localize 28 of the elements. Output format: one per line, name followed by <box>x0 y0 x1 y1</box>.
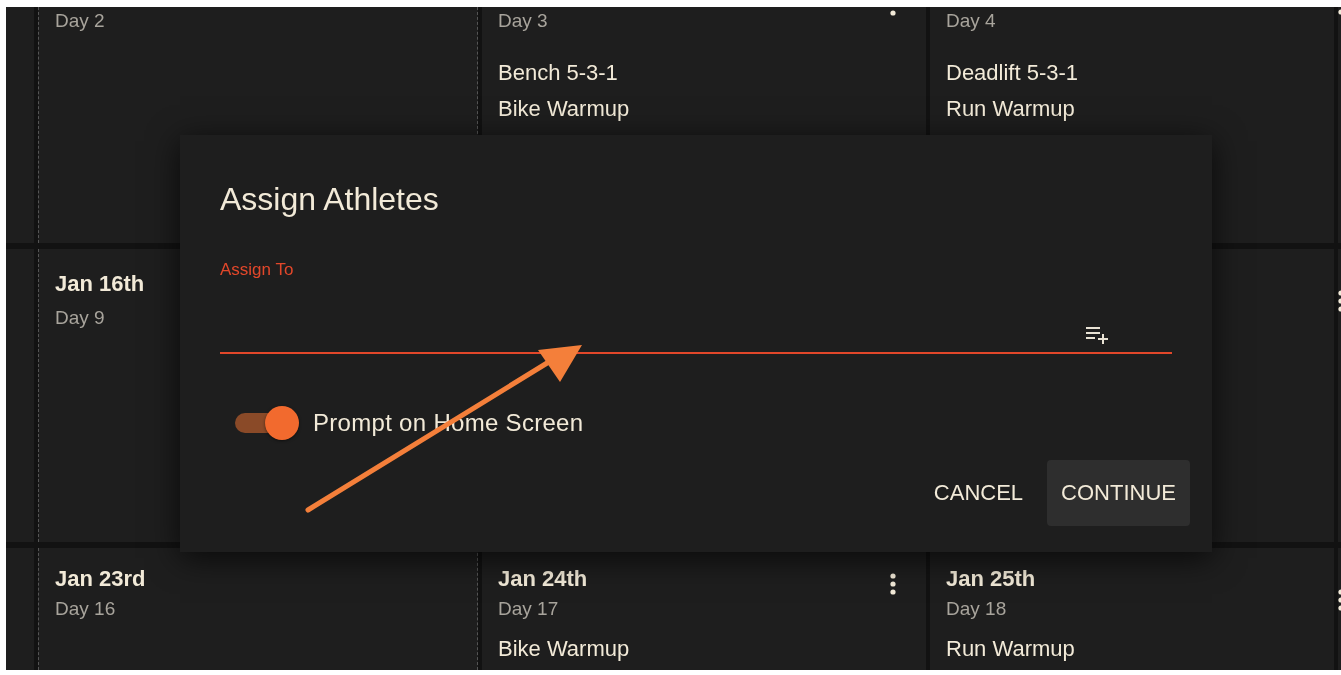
dot-icon[interactable] <box>890 10 896 16</box>
calendar-day-cell[interactable]: Jan 23rd Day 16 <box>38 548 478 670</box>
workout-name[interactable]: Bike Warmup <box>498 636 630 662</box>
day-number: Day 2 <box>55 10 105 32</box>
day-number: Day 9 <box>55 307 106 329</box>
calendar-day-cell[interactable]: Jan 25th Day 18 Run Warmup <box>930 548 1334 670</box>
day-number: Day 4 <box>946 10 996 32</box>
workout-name[interactable]: Bench 5-3-1 <box>498 60 618 86</box>
dialog-title: Assign Athletes <box>220 181 439 218</box>
toggle-switch[interactable] <box>235 406 299 440</box>
workout-name[interactable]: Run Warmup <box>946 636 1075 662</box>
cancel-button[interactable]: CANCEL <box>919 460 1038 526</box>
day-date: Jan 24th <box>498 566 588 592</box>
continue-button[interactable]: CONTINUE <box>1047 460 1190 526</box>
day-date: Jan 25th <box>946 566 1036 592</box>
day-number: Day 18 <box>946 598 1008 620</box>
workout-name[interactable]: Run Warmup <box>946 96 1075 122</box>
more-options-icon[interactable] <box>1338 588 1341 612</box>
workout-name[interactable]: Bike Warmup <box>498 96 630 122</box>
playlist-add-icon[interactable] <box>1086 326 1110 344</box>
day-date: Jan 23rd <box>55 566 146 592</box>
day-date: Jan 16th <box>55 271 145 297</box>
more-options-icon[interactable] <box>1338 289 1341 313</box>
day-number: Day 16 <box>55 598 117 620</box>
day-number: Day 17 <box>498 598 560 620</box>
workout-name[interactable]: Deadlift 5-3-1 <box>946 60 1079 86</box>
more-options-icon[interactable] <box>890 572 896 596</box>
day-number: Day 3 <box>498 10 548 32</box>
